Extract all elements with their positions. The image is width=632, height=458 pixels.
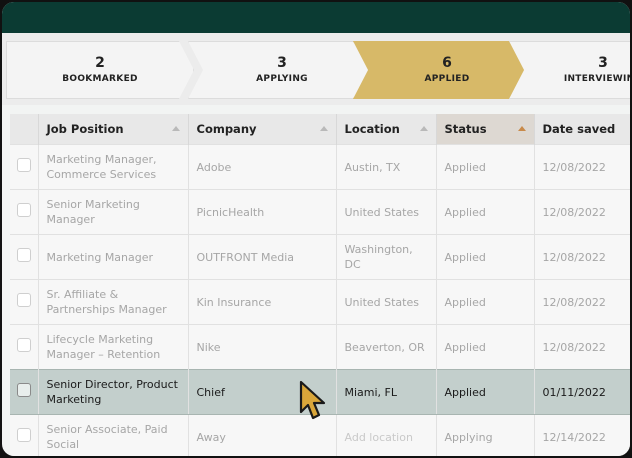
select-column-header: [10, 114, 39, 145]
header-label: Status: [444, 122, 487, 136]
location-cell[interactable]: Beaverton, OR: [336, 324, 437, 370]
app-window: 2 BOOKMARKED 3 APPLYING 6 APPLIED 3 INTE…: [2, 2, 630, 456]
stage-applied[interactable]: 6 APPLIED: [353, 41, 541, 99]
date-saved-cell[interactable]: 12/08/2022: [534, 234, 630, 280]
company-cell[interactable]: Nike: [188, 324, 337, 370]
location-cell[interactable]: United States: [336, 279, 437, 325]
table-row[interactable]: Marketing Manager OUTFRONT Media Washing…: [10, 234, 630, 280]
date-saved-cell[interactable]: 12/08/2022: [534, 279, 630, 325]
sort-icon[interactable]: [517, 126, 526, 131]
location-cell[interactable]: Austin, TX: [336, 144, 437, 190]
stage-label: APPLYING: [256, 74, 308, 84]
add-location-field[interactable]: Add location: [336, 414, 437, 456]
column-header-job-position[interactable]: Job Position: [38, 114, 189, 145]
header-label: Company: [196, 122, 257, 136]
sort-icon[interactable]: [319, 126, 328, 131]
date-saved-cell[interactable]: 12/08/2022: [534, 189, 630, 235]
table-row[interactable]: Sr. Affiliate & Partnerships Manager Kin…: [10, 279, 630, 325]
stage-label: BOOKMARKED: [62, 74, 138, 84]
status-cell[interactable]: Applied: [436, 369, 535, 415]
sort-icon[interactable]: [419, 126, 428, 131]
stage-count: 3: [277, 55, 287, 71]
job-position-cell[interactable]: Marketing Manager, Commerce Services: [38, 144, 189, 190]
column-header-status[interactable]: Status: [436, 114, 535, 145]
job-position-cell[interactable]: Sr. Affiliate & Partnerships Manager: [38, 279, 189, 325]
table-header-row: Job Position Company Location Status Dat…: [10, 114, 630, 145]
status-cell[interactable]: Applied: [436, 189, 535, 235]
company-cell[interactable]: Adobe: [188, 144, 337, 190]
company-cell[interactable]: OUTFRONT Media: [188, 234, 337, 280]
row-checkbox[interactable]: [16, 383, 31, 397]
stage-count: 2: [95, 55, 105, 71]
status-cell[interactable]: Applied: [436, 324, 535, 370]
job-position-cell[interactable]: Marketing Manager: [38, 234, 189, 280]
company-cell[interactable]: PicnicHealth: [188, 189, 337, 235]
date-saved-cell[interactable]: 12/14/2022: [534, 414, 630, 456]
header-label: Location: [344, 122, 400, 136]
location-cell[interactable]: United States: [336, 189, 437, 235]
header-label: Date saved: [542, 122, 616, 136]
sort-icon[interactable]: [171, 126, 180, 131]
row-checkbox[interactable]: [16, 158, 31, 172]
table-row[interactable]: Lifecycle Marketing Manager – Retention …: [10, 324, 630, 370]
job-position-cell[interactable]: Senior Marketing Manager: [38, 189, 189, 235]
row-checkbox[interactable]: [16, 293, 31, 307]
stage-bookmarked[interactable]: 2 BOOKMARKED: [6, 41, 194, 99]
job-position-cell[interactable]: Senior Director, Product Marketing: [38, 369, 189, 415]
stage-applying[interactable]: 3 APPLYING: [188, 41, 376, 99]
job-position-cell[interactable]: Senior Associate, Paid Social: [38, 414, 189, 456]
stage-count: 6: [442, 55, 452, 71]
status-cell[interactable]: Applying: [436, 414, 535, 456]
status-cell[interactable]: Applied: [436, 144, 535, 190]
stage-interviewing[interactable]: 3 INTERVIEWING: [509, 41, 630, 99]
column-header-company[interactable]: Company: [188, 114, 337, 145]
date-saved-cell[interactable]: 01/11/2022: [534, 369, 630, 415]
row-checkbox[interactable]: [16, 338, 31, 352]
row-checkbox[interactable]: [16, 203, 31, 217]
job-position-cell[interactable]: Lifecycle Marketing Manager – Retention: [38, 324, 189, 370]
column-header-location[interactable]: Location: [336, 114, 437, 145]
stage-label: APPLIED: [424, 74, 470, 84]
pipeline-stages: 2 BOOKMARKED 3 APPLYING 6 APPLIED 3 INTE…: [2, 33, 630, 105]
date-saved-cell[interactable]: 12/08/2022: [534, 324, 630, 370]
stage-label: INTERVIEWING: [563, 74, 630, 84]
status-cell[interactable]: Applied: [436, 279, 535, 325]
pointer-cursor-icon: [299, 380, 326, 420]
top-bar: [2, 2, 630, 33]
date-saved-cell[interactable]: 12/08/2022: [534, 144, 630, 190]
column-header-date-saved[interactable]: Date saved: [534, 114, 630, 145]
status-cell[interactable]: Applied: [436, 234, 535, 280]
location-cell[interactable]: Washington, DC: [336, 234, 437, 280]
location-cell[interactable]: Miami, FL: [336, 369, 437, 415]
table-row[interactable]: Marketing Manager, Commerce Services Ado…: [10, 144, 630, 190]
table-row[interactable]: Senior Marketing Manager PicnicHealth Un…: [10, 189, 630, 235]
row-checkbox[interactable]: [16, 248, 31, 262]
header-label: Job Position: [46, 122, 124, 136]
row-checkbox[interactable]: [16, 428, 31, 442]
stage-count: 3: [598, 55, 608, 71]
company-cell[interactable]: Kin Insurance: [188, 279, 337, 325]
